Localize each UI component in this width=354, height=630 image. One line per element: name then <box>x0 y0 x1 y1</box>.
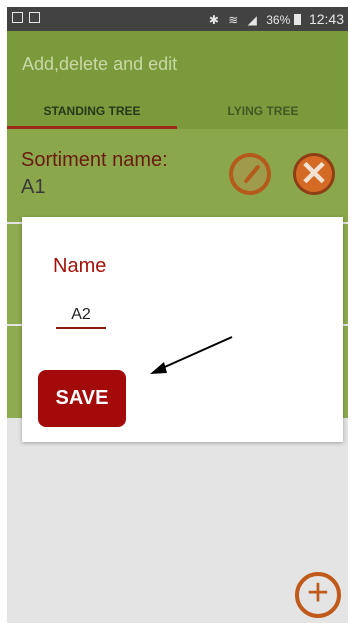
notification-icons <box>12 12 46 26</box>
close-icon: ✕ <box>299 155 329 193</box>
list-item[interactable]: Sortiment name: A1 ✕ <box>7 129 348 222</box>
sortiment-value: A1 <box>21 176 46 198</box>
add-button[interactable]: + <box>295 572 341 618</box>
battery-icon <box>293 14 301 25</box>
file-icon <box>29 12 40 23</box>
app-title: Add,delete and edit <box>22 54 178 74</box>
clock: 12:43 <box>308 11 344 27</box>
image-icon <box>12 12 23 23</box>
name-input[interactable] <box>56 303 106 329</box>
bluetooth-icon: ✱ <box>208 13 219 27</box>
tab-standing-tree[interactable]: STANDING TREE <box>7 101 177 129</box>
sortiment-label: Sortiment name: <box>21 149 168 171</box>
wifi-icon: ≋ <box>228 13 239 27</box>
pencil-icon <box>243 164 261 184</box>
dialog-title: Name <box>53 255 107 277</box>
arrow-annotation <box>150 336 233 374</box>
save-button[interactable]: SAVE <box>38 370 126 427</box>
signal-icon: ◢ <box>247 13 257 27</box>
battery-percent: 36% <box>266 13 291 27</box>
edit-button[interactable] <box>229 153 271 195</box>
status-bar: ✱ ≋ ◢ 36% 12:43 <box>7 7 348 31</box>
app-bar: Add,delete and edit STANDING TREE LYING … <box>7 31 348 129</box>
delete-button[interactable]: ✕ <box>293 153 335 195</box>
tab-lying-tree[interactable]: LYING TREE <box>178 101 348 129</box>
status-right: ✱ ≋ ◢ 36% 12:43 <box>209 11 344 27</box>
